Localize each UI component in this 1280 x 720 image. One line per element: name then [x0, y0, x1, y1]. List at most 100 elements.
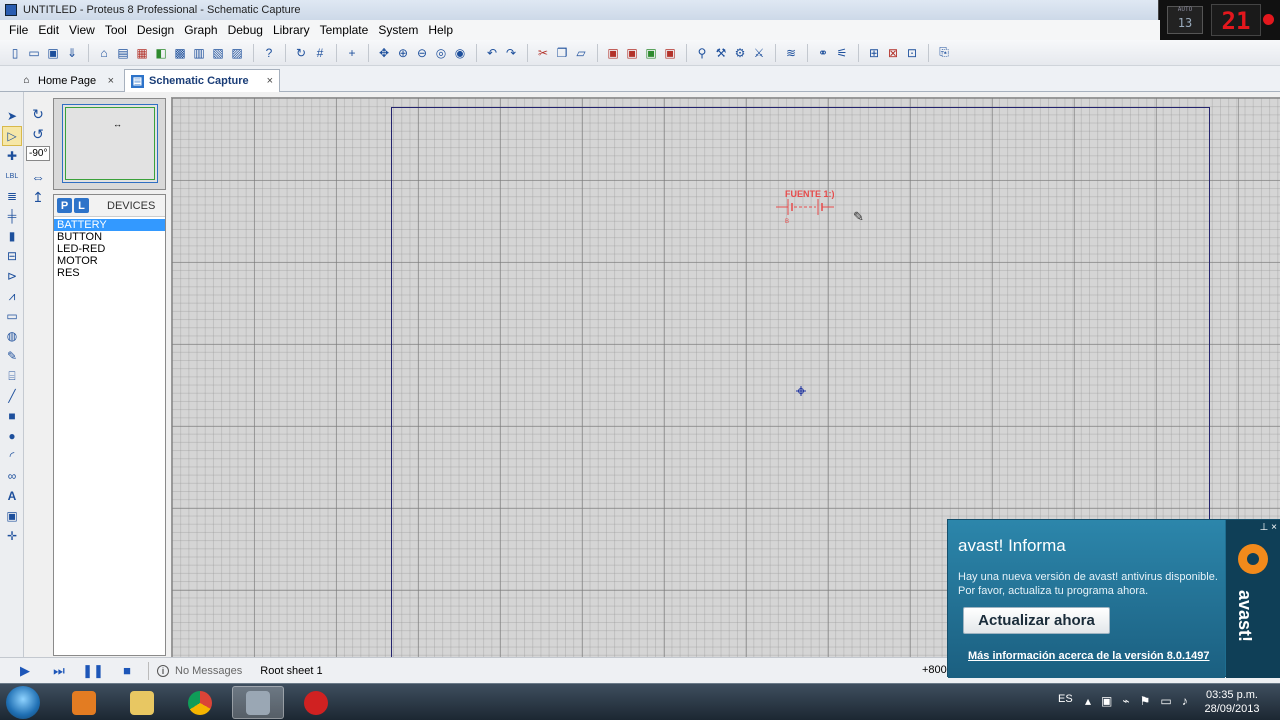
import-icon[interactable]: ⇓ — [63, 44, 81, 62]
marker-2d-icon[interactable]: ✛ — [2, 526, 22, 546]
refresh-icon[interactable]: ↻ — [292, 44, 310, 62]
search-tag-icon[interactable]: ⚭ — [814, 44, 832, 62]
rotate-anticlockwise-icon[interactable]: ↺ — [26, 124, 50, 144]
block-delete-icon[interactable]: ▣ — [661, 44, 679, 62]
wire-autorouter-icon[interactable]: ≋ — [782, 44, 800, 62]
make-device-icon[interactable]: ⚒ — [712, 44, 730, 62]
menu-debug[interactable]: Debug — [223, 23, 268, 37]
pcb-icon[interactable]: ▦ — [133, 44, 151, 62]
tape-recorder-icon[interactable]: ▭ — [2, 306, 22, 326]
taskbar-explorer[interactable] — [116, 686, 168, 719]
tab-schematic-close-icon[interactable]: × — [267, 75, 273, 87]
menu-library[interactable]: Library — [268, 23, 315, 37]
taskbar-proteus[interactable] — [232, 686, 284, 719]
tray-app-icon[interactable]: ▣ — [1101, 694, 1112, 708]
terminals-icon[interactable]: ⊟ — [2, 246, 22, 266]
menu-system[interactable]: System — [373, 23, 423, 37]
circle-2d-icon[interactable]: ● — [2, 426, 22, 446]
menu-file[interactable]: File — [4, 23, 33, 37]
start-button[interactable] — [6, 686, 40, 719]
origin-icon[interactable]: + — [343, 44, 361, 62]
menu-design[interactable]: Design — [132, 23, 179, 37]
save-icon[interactable]: ▣ — [44, 44, 62, 62]
new-file-icon[interactable]: ▯ — [6, 44, 24, 62]
zoom-in-icon[interactable]: ⊕ — [394, 44, 412, 62]
undo-icon[interactable]: ↶ — [483, 44, 501, 62]
overview-window[interactable]: ↔ — [53, 98, 166, 190]
packaging-tool-icon[interactable]: ⚙ — [731, 44, 749, 62]
menu-view[interactable]: View — [64, 23, 100, 37]
menu-tool[interactable]: Tool — [100, 23, 132, 37]
grid-icon[interactable]: # — [311, 44, 329, 62]
language-indicator[interactable]: ES — [1058, 693, 1073, 705]
virtual-instruments-icon[interactable]: ⌸ — [2, 366, 22, 386]
block-copy-icon[interactable]: ▣ — [604, 44, 622, 62]
list-item[interactable]: MOTOR — [54, 255, 165, 267]
stop-icon[interactable]: ■ — [118, 662, 136, 680]
text-script-icon[interactable]: ≣ — [2, 186, 22, 206]
play-icon[interactable]: ▶ — [16, 662, 34, 680]
open-folder-icon[interactable]: ▭ — [25, 44, 43, 62]
gerber-icon[interactable]: ◧ — [152, 44, 170, 62]
tray-display-icon[interactable]: ▭ — [1160, 694, 1171, 708]
redo-icon[interactable]: ↷ — [502, 44, 520, 62]
symbol-2d-icon[interactable]: ▣ — [2, 506, 22, 526]
taskbar-media-player[interactable] — [58, 686, 110, 719]
tab-home-page[interactable]: ⌂ Home Page × — [14, 69, 120, 92]
pan-icon[interactable]: ✥ — [375, 44, 393, 62]
list-item[interactable]: RES — [54, 267, 165, 279]
generator-icon[interactable]: ◍ — [2, 326, 22, 346]
list-item[interactable]: LED-RED — [54, 243, 165, 255]
list-item[interactable]: BATTERY — [54, 219, 165, 231]
source-code-icon[interactable]: ▨ — [228, 44, 246, 62]
block-rotate-icon[interactable]: ▣ — [642, 44, 660, 62]
box-2d-icon[interactable]: ■ — [2, 406, 22, 426]
arc-2d-icon[interactable]: ◜ — [2, 446, 22, 466]
wire-label-icon[interactable]: LBL — [2, 166, 22, 186]
new-sheet-icon[interactable]: ⊞ — [865, 44, 883, 62]
copy-icon[interactable]: ❐ — [553, 44, 571, 62]
record-icon[interactable] — [1263, 14, 1274, 25]
text-2d-icon[interactable]: A — [2, 486, 22, 506]
menu-edit[interactable]: Edit — [33, 23, 64, 37]
home-icon[interactable]: ⌂ — [95, 44, 113, 62]
pick-devices-button[interactable]: P — [57, 198, 72, 213]
list-item[interactable]: BUTTON — [54, 231, 165, 243]
more-info-link[interactable]: Más información acerca de la versión 8.0… — [968, 650, 1210, 662]
subcircuit-icon[interactable]: ▮ — [2, 226, 22, 246]
line-2d-icon[interactable]: ╱ — [2, 386, 22, 406]
graph-mode-icon[interactable]: ⩘ — [2, 286, 22, 306]
3d-view-icon[interactable]: ▩ — [171, 44, 189, 62]
zoom-out-icon[interactable]: ⊖ — [413, 44, 431, 62]
zoom-all-icon[interactable]: ◎ — [432, 44, 450, 62]
exit-to-parent-icon[interactable]: ⊡ — [903, 44, 921, 62]
help-icon[interactable]: ? — [260, 44, 278, 62]
menu-help[interactable]: Help — [423, 23, 458, 37]
taskbar-recorder[interactable] — [290, 686, 342, 719]
update-now-button[interactable]: Actualizar ahora — [963, 607, 1110, 634]
rotation-angle-field[interactable]: -90° — [26, 146, 50, 161]
block-move-icon[interactable]: ▣ — [623, 44, 641, 62]
messages-status[interactable]: No Messages — [175, 665, 242, 677]
bom-icon[interactable]: ▥ — [190, 44, 208, 62]
tray-security-icon[interactable]: ⚑ — [1140, 694, 1151, 708]
tray-clock[interactable]: 03:35 p.m. 28/09/2013 — [1200, 688, 1264, 716]
taskbar-chrome[interactable] — [174, 686, 226, 719]
library-manager-button[interactable]: L — [74, 198, 89, 213]
mirror-vertical-icon[interactable]: ↥ — [26, 187, 50, 207]
menu-graph[interactable]: Graph — [179, 23, 222, 37]
voltage-probe-icon[interactable]: ✎ — [2, 346, 22, 366]
step-icon[interactable]: ⏭ — [50, 662, 68, 680]
schematic-icon[interactable]: ▤ — [114, 44, 132, 62]
design-explorer-icon[interactable]: ▧ — [209, 44, 227, 62]
rotate-clockwise-icon[interactable]: ↻ — [26, 104, 50, 124]
tray-network-icon[interactable]: ⌁ — [1122, 694, 1129, 708]
pause-icon[interactable]: ❚❚ — [82, 662, 104, 680]
decompose-icon[interactable]: ⚔ — [750, 44, 768, 62]
netlist-icon[interactable]: ⎘ — [935, 44, 953, 62]
paste-icon[interactable]: ▱ — [572, 44, 590, 62]
delete-sheet-icon[interactable]: ⊠ — [884, 44, 902, 62]
battery-component[interactable]: FUENTE 1:) B — [776, 189, 835, 229]
tray-volume-icon[interactable]: ♪ — [1182, 694, 1188, 708]
mirror-horizontal-icon[interactable]: ⇔ — [26, 167, 50, 187]
